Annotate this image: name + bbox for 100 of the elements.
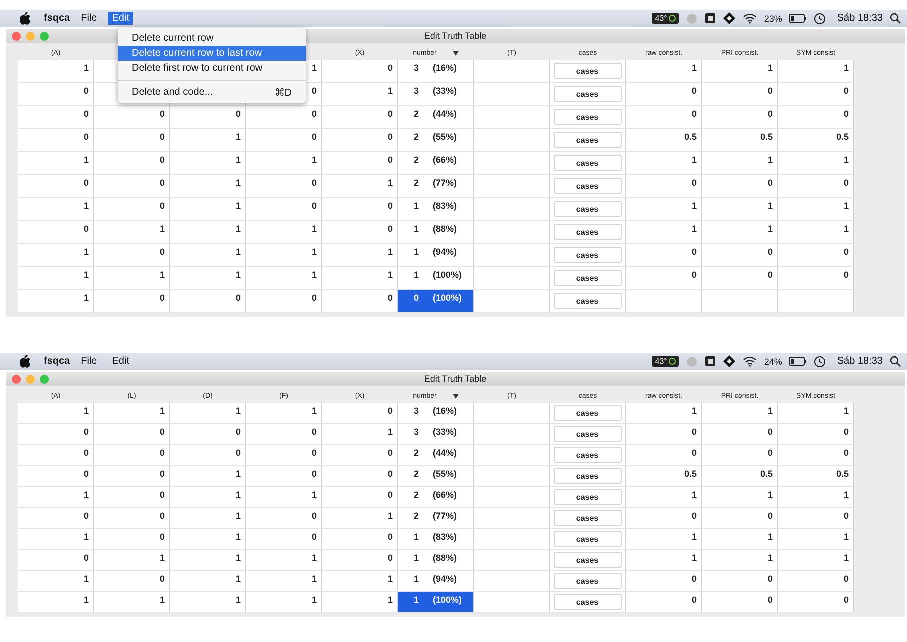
table-cell: 1 bbox=[170, 529, 246, 550]
table-cell: 0 bbox=[778, 571, 854, 592]
cases-button[interactable]: cases bbox=[554, 201, 622, 217]
cases-button[interactable]: cases bbox=[554, 63, 622, 79]
app-menu[interactable]: fsqca bbox=[44, 13, 70, 24]
table-cell: 0 bbox=[778, 244, 854, 267]
cases-button[interactable]: cases bbox=[554, 132, 622, 148]
cases-button[interactable]: cases bbox=[554, 573, 622, 589]
battery-percentage: 24% bbox=[764, 356, 782, 366]
number-cell[interactable]: 3 (16%) bbox=[398, 403, 474, 424]
number-cell[interactable]: 1 (100%) bbox=[398, 592, 474, 613]
temperature-badge[interactable]: 43° bbox=[652, 13, 680, 24]
table-cell: 0 bbox=[246, 106, 322, 129]
table-cell: 0 bbox=[778, 175, 854, 198]
table-cell: 0 bbox=[778, 592, 854, 613]
cases-button[interactable]: cases bbox=[554, 405, 622, 421]
number-cell[interactable]: 1 (83%) bbox=[398, 198, 474, 221]
table-cell: 0.5 bbox=[702, 466, 778, 487]
cases-button[interactable]: cases bbox=[554, 489, 622, 505]
square-icon[interactable] bbox=[705, 356, 716, 367]
number-cell[interactable]: 2 (77%) bbox=[398, 508, 474, 529]
table-cell: 1 bbox=[778, 198, 854, 221]
table-cell: 1 bbox=[246, 244, 322, 267]
cases-button[interactable]: cases bbox=[554, 86, 622, 102]
cases-button[interactable]: cases bbox=[554, 178, 622, 194]
table-cell: 0 bbox=[702, 424, 778, 445]
number-cell[interactable]: 2 (55%) bbox=[398, 466, 474, 487]
number-cell[interactable]: 1 (88%) bbox=[398, 221, 474, 244]
number-cell[interactable]: 1 (83%) bbox=[398, 529, 474, 550]
wifi-icon[interactable] bbox=[743, 13, 758, 24]
battery-icon[interactable] bbox=[789, 357, 808, 366]
battery-icon[interactable] bbox=[789, 14, 808, 23]
table-cell: 1 bbox=[246, 592, 322, 613]
cases-button[interactable]: cases bbox=[554, 594, 622, 610]
table-cell: 1 bbox=[778, 529, 854, 550]
table-cell: 0 bbox=[702, 106, 778, 129]
sort-arrow-icon[interactable] bbox=[452, 394, 459, 399]
number-cell[interactable]: 0 (100%) bbox=[398, 290, 474, 313]
table-cell: 1 bbox=[322, 267, 398, 290]
table-cell: 0 bbox=[702, 83, 778, 106]
table-cell: 1 bbox=[246, 571, 322, 592]
temperature-badge[interactable]: 43° bbox=[652, 356, 680, 367]
number-cell[interactable]: 2 (55%) bbox=[398, 129, 474, 152]
diamond-icon[interactable] bbox=[723, 355, 736, 368]
number-cell[interactable]: 2 (66%) bbox=[398, 152, 474, 175]
table-cell: 0 bbox=[246, 508, 322, 529]
table-cell: 0 bbox=[778, 267, 854, 290]
clock-icon[interactable] bbox=[814, 356, 826, 368]
app-menu[interactable]: fsqca bbox=[44, 356, 70, 367]
table-cell: 1 bbox=[626, 221, 702, 244]
cases-button[interactable]: cases bbox=[554, 293, 622, 309]
menu-item[interactable]: Edit bbox=[108, 355, 134, 368]
table-cell: 0 bbox=[626, 424, 702, 445]
number-cell[interactable]: 3 (16%) bbox=[398, 60, 474, 83]
cases-button[interactable]: cases bbox=[554, 468, 622, 484]
table-cell: 1 bbox=[246, 403, 322, 424]
cases-button[interactable]: cases bbox=[554, 155, 622, 171]
cases-button[interactable]: cases bbox=[554, 510, 622, 526]
table-cell: 1 bbox=[170, 508, 246, 529]
cases-button[interactable]: cases bbox=[554, 270, 622, 286]
number-cell[interactable]: 1 (94%) bbox=[398, 244, 474, 267]
apple-logo-icon[interactable] bbox=[20, 355, 31, 368]
wifi-icon[interactable] bbox=[743, 356, 758, 367]
menu-option[interactable]: Delete current row bbox=[118, 31, 306, 46]
cases-button[interactable]: cases bbox=[554, 247, 622, 263]
sort-arrow-icon[interactable] bbox=[452, 51, 459, 56]
number-cell[interactable]: 1 (100%) bbox=[398, 267, 474, 290]
table-cell: 1 bbox=[322, 571, 398, 592]
diamond-icon[interactable] bbox=[723, 12, 736, 25]
number-cell[interactable]: 2 (77%) bbox=[398, 175, 474, 198]
square-icon[interactable] bbox=[705, 13, 716, 24]
search-icon[interactable] bbox=[890, 356, 901, 367]
table-cell: 0 bbox=[322, 403, 398, 424]
table-cell: 1 bbox=[170, 152, 246, 175]
cases-button[interactable]: cases bbox=[554, 426, 622, 442]
number-cell[interactable]: 1 (94%) bbox=[398, 571, 474, 592]
cases-button[interactable]: cases bbox=[554, 447, 622, 463]
menu-item[interactable]: Edit bbox=[108, 12, 134, 25]
table-cell: 0 bbox=[94, 466, 170, 487]
number-cell[interactable]: 2 (66%) bbox=[398, 487, 474, 508]
menu-option[interactable]: Delete current row to last row bbox=[118, 46, 306, 61]
menu-item[interactable]: File bbox=[77, 12, 102, 25]
cases-button[interactable]: cases bbox=[554, 109, 622, 125]
table-cell: 1 bbox=[246, 221, 322, 244]
cases-button[interactable]: cases bbox=[554, 552, 622, 568]
number-cell[interactable]: 1 (88%) bbox=[398, 550, 474, 571]
number-cell[interactable]: 2 (44%) bbox=[398, 106, 474, 129]
number-cell[interactable]: 2 (44%) bbox=[398, 445, 474, 466]
cases-button[interactable]: cases bbox=[554, 224, 622, 240]
menu-item[interactable]: File bbox=[77, 355, 102, 368]
cases-button[interactable]: cases bbox=[554, 531, 622, 547]
table-cell: 1 bbox=[170, 198, 246, 221]
number-cell[interactable]: 3 (33%) bbox=[398, 424, 474, 445]
search-icon[interactable] bbox=[890, 13, 901, 24]
clock-icon[interactable] bbox=[814, 12, 826, 24]
number-cell[interactable]: 3 (33%) bbox=[398, 83, 474, 106]
table-cell: 0 bbox=[778, 106, 854, 129]
window-title: Edit Truth Table bbox=[424, 374, 487, 384]
table-cell: 1 bbox=[626, 198, 702, 221]
apple-logo-icon[interactable] bbox=[20, 12, 31, 25]
